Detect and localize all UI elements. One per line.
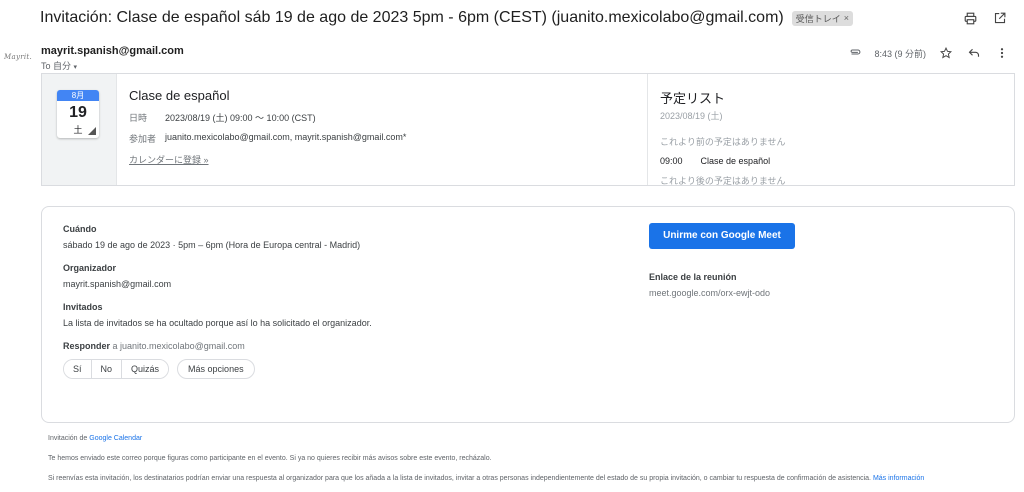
guests-value: juanito.mexicolabo@gmail.com, mayrit.spa… — [165, 132, 407, 142]
more-vert-icon[interactable] — [994, 45, 1010, 61]
event-guests-row: 参加者 juanito.mexicolabo@gmail.com, mayrit… — [129, 132, 635, 145]
respond-line: Responder a juanito.mexicolabo@gmail.com — [63, 341, 623, 351]
respond-email: a juanito.mexicolabo@gmail.com — [112, 341, 245, 351]
details-left: Cuándo sábado 19 de ago de 2023 · 5pm – … — [63, 224, 623, 379]
sender-block: mayrit.spanish@gmail.com To 自分 ▾ — [41, 45, 184, 72]
message-meta: 8:43 (9 分前) — [849, 45, 1010, 61]
agenda-title: 予定リスト — [660, 91, 726, 106]
agenda-item-title: Clase de español — [700, 156, 771, 166]
sender-email[interactable]: mayrit.spanish@gmail.com — [41, 45, 184, 57]
organizer-value: mayrit.spanish@gmail.com — [63, 279, 172, 289]
join-google-meet-button[interactable]: Unirme con Google Meet — [649, 223, 795, 249]
footer-line-1: Invitación de Google Calendar — [48, 434, 988, 444]
meeting-link-label: Enlace de la reunión — [649, 272, 737, 282]
add-to-calendar-link[interactable]: カレンダーに登録 » — [129, 153, 209, 166]
datetime-label: 日時 — [129, 113, 148, 123]
message-time: 8:43 (9 分前) — [874, 48, 926, 59]
chevron-down-icon[interactable]: ▾ — [74, 64, 78, 71]
calendar-date-icon: 8月 19 土 — [57, 90, 99, 138]
event-datetime-row: 日時 2023/08/19 (土) 09:00 ～ 10:00 (CST) — [129, 111, 635, 124]
calendar-column: 8月 19 土 — [42, 74, 117, 185]
when-label: Cuándo — [63, 224, 97, 234]
datetime-value: 2023/08/19 (土) 09:00 ～ 10:00 (CST) — [165, 113, 316, 123]
calendar-day: 19 — [69, 104, 87, 121]
rsvp-controls: Sí No Quizás Más opciones — [63, 359, 623, 379]
invitation-from-text: Invitación de — [48, 435, 88, 442]
when-block: Cuándo sábado 19 de ago de 2023 · 5pm – … — [63, 224, 623, 250]
invitation-footer: Invitación de Google Calendar Te hemos e… — [48, 434, 988, 492]
star-icon[interactable] — [938, 45, 954, 61]
recipient-line[interactable]: To 自分 ▾ — [41, 59, 184, 72]
invitees-label: Invitados — [63, 302, 103, 312]
organizer-label: Organizador — [63, 263, 117, 273]
email-subject: Invitación: Clase de español sáb 19 de a… — [40, 9, 784, 26]
calendar-page-fold — [88, 127, 96, 135]
remove-label-icon[interactable]: × — [844, 13, 849, 23]
organizer-block: Organizador mayrit.spanish@gmail.com — [63, 263, 623, 289]
more-options-button[interactable]: Más opciones — [177, 359, 255, 379]
footer-line-3: Si reenvías esta invitación, los destina… — [48, 474, 988, 484]
printer-icon[interactable] — [962, 10, 978, 26]
forward-notice-text: Si reenvías esta invitación, los destina… — [48, 475, 871, 482]
recipient-label: To 自分 — [41, 61, 72, 71]
guests-label: 参加者 — [129, 134, 157, 144]
event-details-card: Cuándo sábado 19 de ago de 2023 · 5pm – … — [41, 206, 1015, 423]
open-in-new-window-icon[interactable] — [992, 10, 1008, 26]
guests-block: Invitados La lista de invitados se ha oc… — [63, 302, 623, 328]
subject-actions — [962, 10, 1008, 26]
footer-line-2: Te hemos enviado este correo porque figu… — [48, 455, 492, 462]
agenda-no-earlier: これより前の予定はありません — [660, 137, 786, 147]
rsvp-maybe-button[interactable]: Quizás — [122, 360, 169, 378]
agenda-date: 2023/08/19 (土) — [660, 111, 723, 121]
google-calendar-link[interactable]: Google Calendar — [89, 435, 142, 442]
rsvp-no-button[interactable]: No — [91, 360, 123, 378]
event-title: Clase de español — [129, 88, 230, 103]
rsvp-yes-button[interactable]: Sí — [64, 360, 92, 378]
more-info-link[interactable]: Más información — [873, 475, 924, 482]
agenda-no-later: これより後の予定はありません — [660, 176, 786, 186]
event-info-column: Clase de español 日時 2023/08/19 (土) 09:00… — [117, 74, 648, 185]
inbox-label-text: 受信トレイ — [795, 13, 841, 24]
agenda-item: 09:00 Clase de español — [660, 156, 1002, 166]
agenda-item-time: 09:00 — [660, 156, 683, 166]
respond-label: Responder — [63, 341, 111, 351]
attachment-icon — [849, 47, 862, 59]
inbox-label-chip[interactable]: 受信トレイ × — [791, 10, 854, 26]
when-value: sábado 19 de ago de 2023 · 5pm – 6pm (Ho… — [63, 240, 361, 250]
sender-avatar[interactable]: Mayrit. — [4, 53, 32, 61]
agenda-column: 予定リスト 2023/08/19 (土) これより前の予定はありません 09:0… — [648, 74, 1014, 186]
rsvp-button-group: Sí No Quizás — [63, 359, 170, 379]
subject-bar: Invitación: Clase de español sáb 19 de a… — [40, 8, 1008, 28]
invite-summary-card: 8月 19 土 Clase de español 日時 2023/08/19 (… — [41, 73, 1015, 186]
invitees-value: La lista de invitados se ha ocultado por… — [63, 318, 372, 328]
calendar-month: 8月 — [57, 90, 99, 101]
reply-icon[interactable] — [966, 45, 982, 61]
details-right: Unirme con Google Meet Enlace de la reun… — [649, 223, 979, 298]
meeting-link-value[interactable]: meet.google.com/orx-ewjt-odo — [649, 288, 979, 298]
